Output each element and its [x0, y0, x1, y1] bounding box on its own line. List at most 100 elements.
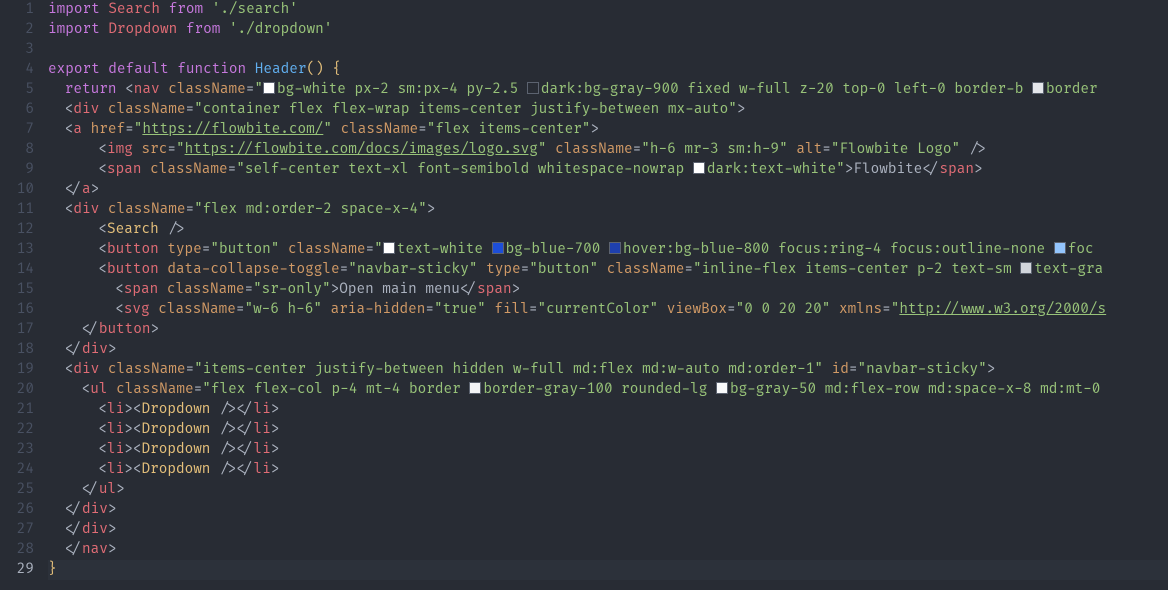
- code-line[interactable]: <a href="https://flowbite.com/" classNam…: [48, 120, 1168, 140]
- token: "true": [434, 301, 486, 318]
- token: Header: [255, 61, 307, 78]
- color-swatch-icon: [693, 162, 705, 174]
- token: =: [244, 281, 253, 298]
- token: className: [555, 141, 633, 158]
- code-line[interactable]: </ul>: [48, 480, 1168, 500]
- code-line[interactable]: <span className="self-center text-xl fon…: [48, 160, 1168, 180]
- token: div: [82, 521, 108, 538]
- token: (): [306, 61, 323, 78]
- token: img: [107, 141, 141, 158]
- token: =: [366, 241, 375, 258]
- code-line[interactable]: import Dropdown from './dropdown': [48, 20, 1168, 40]
- code-line[interactable]: <button data-collapse-toggle="navbar-sti…: [48, 260, 1168, 280]
- token: export default: [48, 61, 177, 78]
- token: <: [133, 401, 142, 418]
- token: xmlns: [839, 301, 882, 318]
- code-line[interactable]: <li><Dropdown /></li>: [48, 400, 1168, 420]
- code-line[interactable]: <svg className="w-6 h-6" aria-hidden="tr…: [48, 300, 1168, 320]
- token: border-gray-100 rounded-lg: [483, 381, 716, 398]
- token: [658, 301, 667, 318]
- token: Flowbite: [853, 161, 922, 178]
- token: >: [974, 161, 983, 178]
- token: </: [460, 281, 477, 298]
- code-line[interactable]: </a>: [48, 180, 1168, 200]
- line-number-gutter: 1234567891011121314151617181920212223242…: [0, 0, 48, 590]
- line-number: 9: [0, 160, 34, 180]
- code-line[interactable]: <Search />: [48, 220, 1168, 240]
- token: Search: [107, 221, 167, 238]
- code-line[interactable]: </nav>: [48, 540, 1168, 560]
- token: li: [254, 441, 271, 458]
- token: className: [116, 381, 194, 398]
- line-number: 1: [0, 0, 34, 20]
- code-line[interactable]: <div className="flex md:order-2 space-x-…: [48, 200, 1168, 220]
- code-line[interactable]: <button type="button" className="text-wh…: [48, 240, 1168, 260]
- code-line[interactable]: }: [48, 560, 1168, 580]
- token: hover:bg-blue-800 focus:ring-4 focus:out…: [623, 241, 1054, 258]
- token: >: [271, 441, 280, 458]
- token: './search': [212, 1, 298, 18]
- code-line[interactable]: <li><Dropdown /></li>: [48, 420, 1168, 440]
- token: button: [107, 261, 167, 278]
- token: <: [115, 281, 124, 298]
- token: >: [271, 421, 280, 438]
- token: =: [684, 261, 693, 278]
- line-number: 20: [0, 380, 34, 400]
- token: data-collapse-toggle: [167, 261, 339, 278]
- line-number: 6: [0, 100, 34, 120]
- token: [546, 141, 555, 158]
- token: ": [254, 81, 263, 98]
- token: foc: [1068, 241, 1094, 258]
- line-number: 12: [0, 220, 34, 240]
- token: "0 0 20 20": [736, 301, 831, 318]
- token: li: [254, 421, 271, 438]
- token: li: [107, 421, 124, 438]
- token: [830, 301, 839, 318]
- code-line[interactable]: </div>: [48, 340, 1168, 360]
- token: =: [185, 361, 194, 378]
- token: "h-6 mr-3 sm:h-9": [641, 141, 787, 158]
- token: "sr-only": [253, 281, 331, 298]
- token: Dropdown: [142, 401, 220, 418]
- code-line[interactable]: export default function Header() {: [48, 60, 1168, 80]
- token: =: [822, 141, 831, 158]
- token: />: [219, 421, 236, 438]
- token: border: [1046, 81, 1098, 98]
- code-editor[interactable]: 1234567891011121314151617181920212223242…: [0, 0, 1168, 590]
- code-line[interactable]: </button>: [48, 320, 1168, 340]
- token: />: [167, 221, 184, 238]
- line-number: 16: [0, 300, 34, 320]
- token: span: [477, 281, 511, 298]
- code-area[interactable]: import Search from './search'import Drop…: [48, 0, 1168, 590]
- token: ": [323, 121, 332, 138]
- code-line[interactable]: <div className="container flex flex-wrap…: [48, 100, 1168, 120]
- token: [279, 241, 288, 258]
- line-number: 28: [0, 540, 34, 560]
- code-line[interactable]: <div className="items-center justify-bet…: [48, 360, 1168, 380]
- token: button: [99, 321, 151, 338]
- code-line[interactable]: [48, 40, 1168, 60]
- token: =: [340, 261, 349, 278]
- code-line[interactable]: import Search from './search': [48, 0, 1168, 20]
- token: <: [133, 421, 142, 438]
- code-line[interactable]: </div>: [48, 500, 1168, 520]
- token: className: [167, 281, 245, 298]
- code-line[interactable]: <span className="sr-only">Open main menu…: [48, 280, 1168, 300]
- code-line[interactable]: <li><Dropdown /></li>: [48, 440, 1168, 460]
- token: </: [65, 541, 82, 558]
- token: >: [124, 421, 133, 438]
- token: ul: [99, 481, 116, 498]
- token: =: [633, 141, 642, 158]
- token: </: [65, 181, 82, 198]
- token: Dropdown: [142, 421, 220, 438]
- line-number: 7: [0, 120, 34, 140]
- code-line[interactable]: <ul className="flex flex-col p-4 mt-4 bo…: [48, 380, 1168, 400]
- code-line[interactable]: </div>: [48, 520, 1168, 540]
- code-line[interactable]: <img src="https://flowbite.com/docs/imag…: [48, 140, 1168, 160]
- token: "flex items-center": [427, 121, 591, 138]
- token: <: [98, 401, 107, 418]
- token: <: [98, 421, 107, 438]
- code-line[interactable]: return <nav className="bg-white px-2 sm:…: [48, 80, 1168, 100]
- line-number: 8: [0, 140, 34, 160]
- code-line[interactable]: <li><Dropdown /></li>: [48, 460, 1168, 480]
